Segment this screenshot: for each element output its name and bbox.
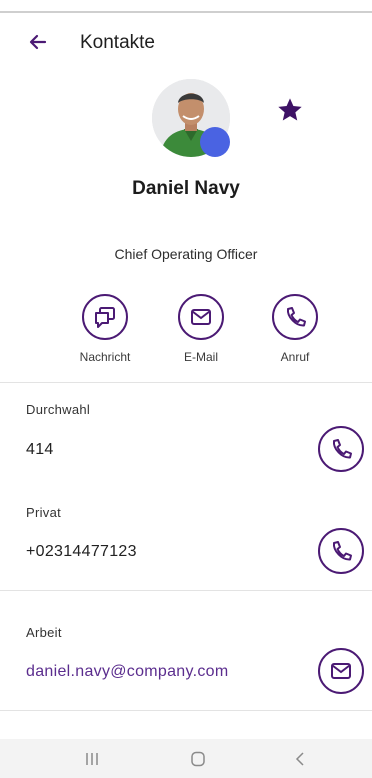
call-button[interactable]	[272, 294, 318, 340]
status-dot	[200, 127, 230, 157]
work-label: Arbeit	[26, 625, 62, 640]
private-label: Privat	[26, 505, 62, 520]
recent-apps-button[interactable]	[72, 747, 112, 771]
contact-name: Daniel Navy	[132, 178, 240, 199]
home-icon	[191, 751, 205, 767]
email-label: E-Mail	[183, 350, 218, 364]
divider	[0, 382, 372, 383]
email-work-button[interactable]	[318, 648, 364, 694]
system-back-button[interactable]	[280, 747, 320, 771]
page-title: Kontakte	[80, 32, 155, 53]
phone-icon	[332, 439, 352, 459]
message-icon	[95, 307, 115, 328]
call-label: Anruf	[280, 350, 310, 364]
call-extension-button[interactable]	[318, 426, 364, 472]
email-action[interactable]: E-Mail	[156, 294, 246, 364]
work-email-link[interactable]: daniel.navy@company.com	[26, 663, 229, 681]
call-action[interactable]: Anruf	[250, 294, 340, 364]
extension-label: Durchwahl	[26, 402, 91, 417]
contact-avatar[interactable]	[152, 79, 230, 157]
email-button[interactable]	[178, 294, 224, 340]
mail-icon	[331, 663, 351, 679]
call-private-button[interactable]	[318, 528, 364, 574]
contact-role: Chief Operating Officer	[114, 246, 258, 262]
back-chevron-icon	[295, 752, 304, 766]
divider	[0, 590, 372, 591]
message-label: Nachricht	[79, 350, 131, 364]
message-button[interactable]	[82, 294, 128, 340]
app-header: Kontakte	[0, 28, 372, 60]
divider	[0, 710, 372, 711]
home-button[interactable]	[178, 747, 218, 771]
message-action[interactable]: Nachricht	[60, 294, 150, 364]
recent-apps-icon	[86, 753, 98, 765]
arrow-left-icon	[29, 34, 47, 50]
back-button[interactable]	[24, 28, 52, 56]
favorite-star-icon[interactable]	[276, 96, 304, 124]
extension-value[interactable]: 414	[26, 441, 54, 459]
status-bar-divider	[0, 11, 372, 13]
phone-icon	[332, 541, 352, 561]
private-value[interactable]: +02314477123	[26, 543, 137, 561]
system-navbar	[0, 739, 372, 778]
mail-icon	[191, 309, 211, 325]
quick-actions: Nachricht E-Mail Anruf	[0, 294, 372, 374]
phone-icon	[286, 307, 306, 327]
